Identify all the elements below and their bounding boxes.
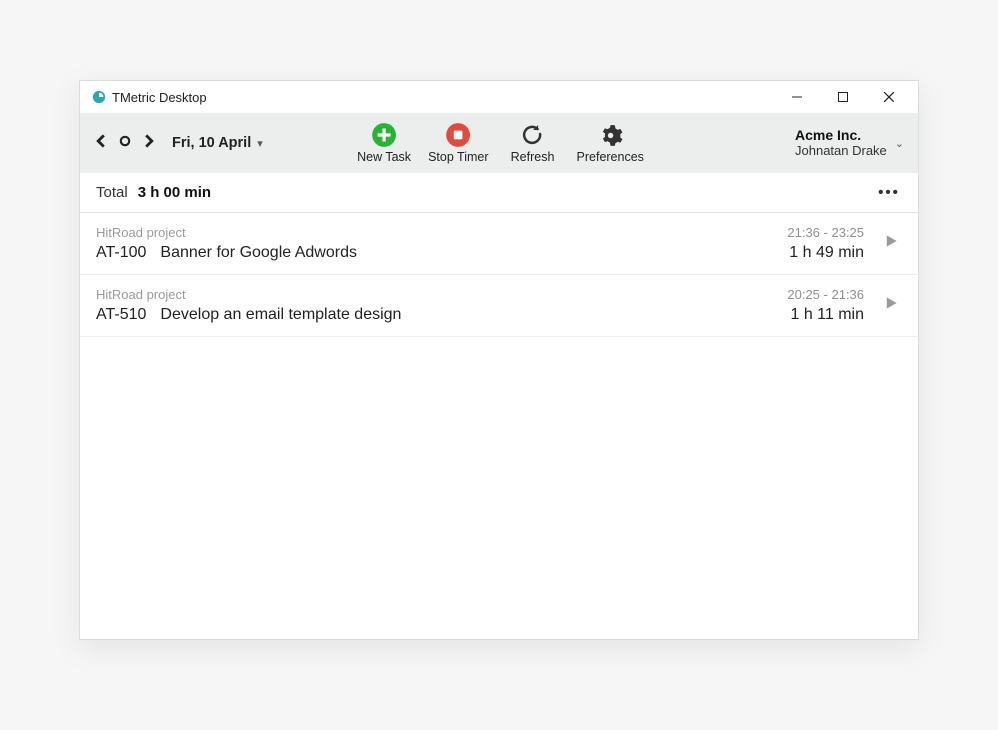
entry-time-range: 20:25 - 21:36 (787, 287, 864, 302)
stop-timer-button[interactable]: Stop Timer (428, 122, 488, 164)
current-date-label: Fri, 10 April (172, 135, 251, 151)
resume-entry-button[interactable] (880, 233, 902, 255)
entry-duration: 1 h 49 min (789, 244, 864, 262)
account-company-label: Acme Inc. (795, 128, 887, 143)
next-day-button[interactable] (138, 132, 160, 154)
play-icon (884, 234, 898, 253)
total-label: Total (96, 184, 128, 201)
time-entries-list: HitRoad project AT-100 Banner for Google… (80, 213, 918, 639)
entry-task-id: AT-510 (96, 306, 146, 324)
play-icon (884, 296, 898, 315)
entry-duration: 1 h 11 min (790, 306, 864, 324)
minimize-icon (792, 90, 802, 105)
chevron-down-icon: ⌄ (895, 137, 904, 150)
total-row: Total 3 h 00 min ••• (80, 173, 918, 213)
total-value: 3 h 00 min (138, 184, 211, 201)
entry-task-title: Banner for Google Adwords (160, 244, 357, 262)
refresh-icon (520, 122, 546, 148)
entry-time-range: 21:36 - 23:25 (787, 225, 864, 240)
today-button[interactable] (114, 132, 136, 154)
date-navigation: Fri, 10 April ▾ (90, 132, 263, 154)
close-icon (884, 90, 894, 105)
entry-task-title: Develop an email template design (160, 306, 401, 324)
window-minimize-button[interactable] (774, 81, 820, 113)
preferences-label: Preferences (577, 150, 644, 164)
plus-circle-icon (371, 122, 397, 148)
today-circle-icon (119, 134, 131, 152)
entry-task-id: AT-100 (96, 244, 146, 262)
account-switcher[interactable]: Acme Inc. Johnatan Drake ⌄ (795, 128, 908, 158)
time-entry-row[interactable]: HitRoad project AT-510 Develop an email … (80, 275, 918, 337)
resume-entry-button[interactable] (880, 295, 902, 317)
time-entry-row[interactable]: HitRoad project AT-100 Banner for Google… (80, 213, 918, 275)
more-menu-button[interactable]: ••• (876, 184, 902, 201)
gear-icon (597, 122, 623, 148)
maximize-icon (838, 90, 848, 105)
date-picker-button[interactable]: Fri, 10 April ▾ (172, 135, 263, 151)
chevron-left-icon (94, 134, 108, 153)
window-titlebar: TMetric Desktop (80, 81, 918, 113)
new-task-label: New Task (357, 150, 411, 164)
window-close-button[interactable] (866, 81, 912, 113)
entry-project-label: HitRoad project (96, 225, 787, 240)
app-logo-icon (92, 90, 106, 104)
main-toolbar: Fri, 10 April ▾ New Task Stop Timer (80, 113, 918, 173)
new-task-button[interactable]: New Task (354, 122, 414, 164)
window-maximize-button[interactable] (820, 81, 866, 113)
stop-timer-label: Stop Timer (428, 150, 488, 164)
prev-day-button[interactable] (90, 132, 112, 154)
window-title: TMetric Desktop (112, 90, 207, 105)
entry-project-label: HitRoad project (96, 287, 787, 302)
stop-circle-icon (445, 122, 471, 148)
toolbar-actions: New Task Stop Timer Refresh (354, 122, 644, 164)
chevron-down-icon: ▾ (257, 137, 263, 150)
refresh-button[interactable]: Refresh (503, 122, 563, 164)
account-user-label: Johnatan Drake (795, 144, 887, 158)
application-window: TMetric Desktop (79, 80, 919, 640)
chevron-right-icon (142, 134, 156, 153)
refresh-label: Refresh (511, 150, 555, 164)
preferences-button[interactable]: Preferences (577, 122, 644, 164)
more-dots-icon: ••• (878, 184, 900, 201)
